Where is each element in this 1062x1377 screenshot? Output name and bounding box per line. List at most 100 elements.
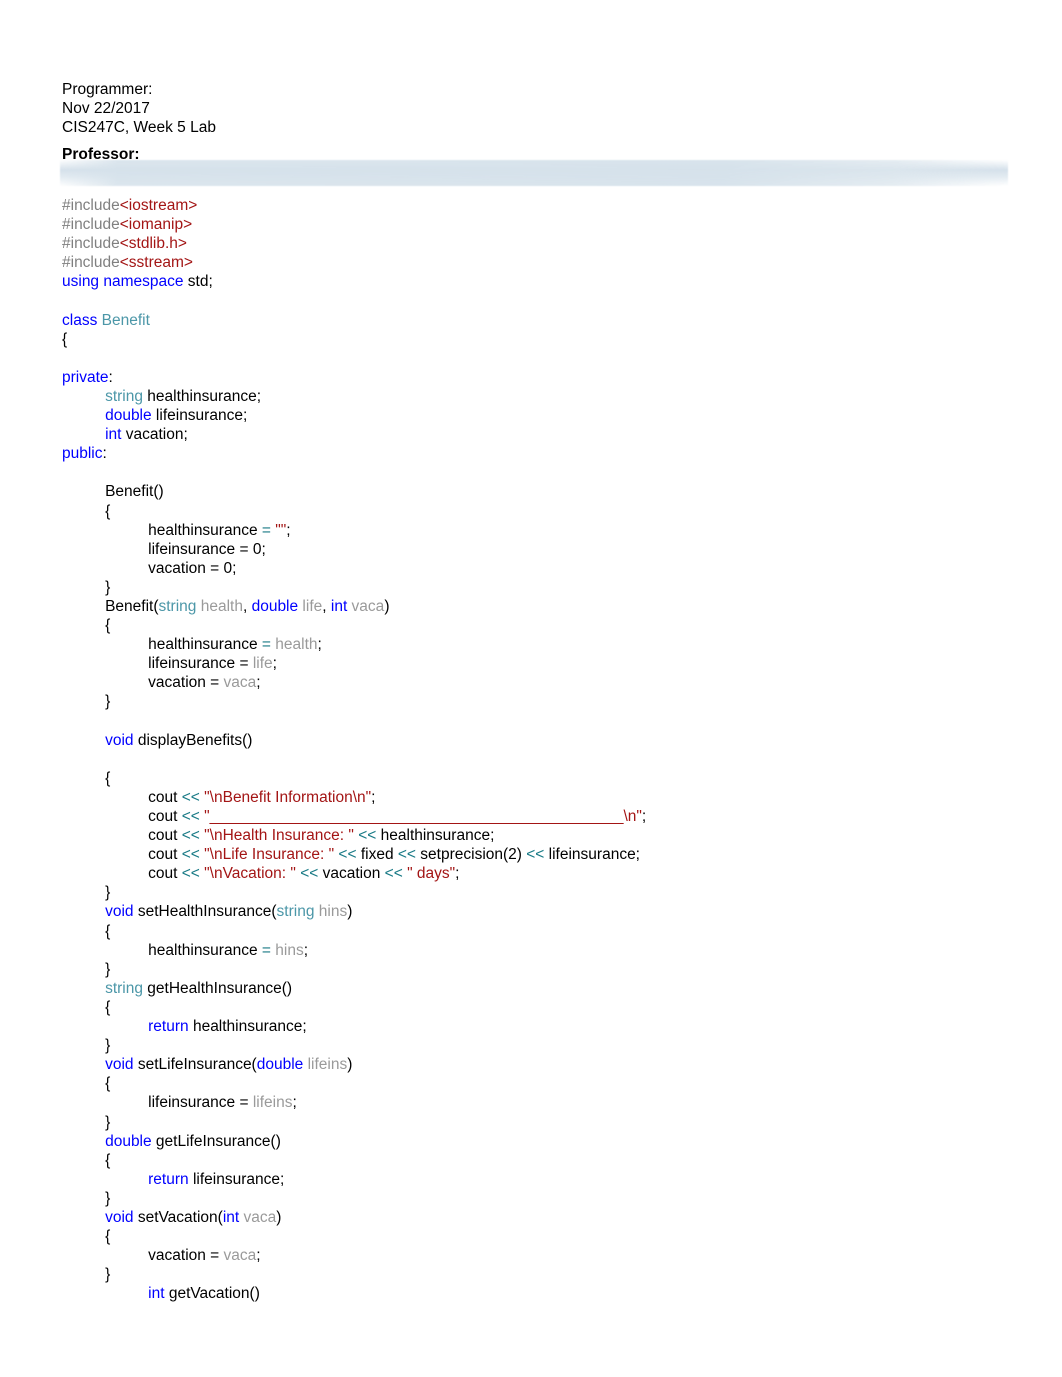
code-token-plain: { [105,1151,111,1169]
code-line: public: [62,444,1022,463]
code-token-plain: cout [148,846,182,864]
code-line: cout << "_______________________________… [62,807,1022,826]
code-token-plain: setprecision(2) [415,846,527,864]
code-token-param: life [252,655,273,673]
code-token-type: string [105,387,143,405]
code-token-plain: ) [347,1056,353,1074]
code-line: { [62,922,1022,941]
code-token-plain: vacation = 0; [148,559,237,577]
code-token-op: << [181,865,200,883]
code-line: } [62,1113,1022,1132]
code-line: { [62,998,1022,1017]
code-line: cout << "\nHealth Insurance: " << health… [62,826,1022,845]
code-token-plain: { [62,330,68,348]
professor-label: Professor: [62,146,140,163]
code-line: lifeinsurance = 0; [62,540,1022,559]
code-token-op: << [384,865,403,883]
code-token-param: health [270,636,318,654]
code-token-kw: using namespace [62,273,184,291]
code-line: vacation = 0; [62,559,1022,578]
code-token-str: "\nBenefit Information\n" [204,788,372,806]
code-token-kw: double [251,597,299,615]
code-token-plain: } [105,960,111,978]
code-token-pre: #include [62,254,120,272]
code-token-plain: } [105,1189,111,1207]
code-token-plain: , [242,597,252,615]
code-token-plain: ; [286,521,291,539]
code-token-inc: <sstream> [119,254,193,272]
code-token-kw: class [62,311,98,329]
code-token-plain: , [322,597,331,615]
code-line: return lifeinsurance; [62,1170,1022,1189]
code-token-plain: ; [272,655,277,673]
code-token-kw: public [62,445,103,463]
code-token-param: vaca [223,1247,257,1265]
code-token-kw: private [62,368,109,386]
code-token-kw: double [256,1056,304,1074]
code-token-plain: { [105,998,111,1016]
code-line: { [62,1227,1022,1246]
code-token-op: = [261,941,271,959]
code-line: healthinsurance = hins; [62,941,1022,960]
code-token-plain: vacation = [148,674,224,692]
code-token-plain: getLifeInsurance() [151,1132,281,1150]
programmer-label: Programmer: [62,81,153,98]
code-token-plain: ) [276,1208,282,1226]
code-token-plain: std; [183,273,213,291]
code-token-kw: int [222,1208,240,1226]
code-token-kw: int [105,426,122,444]
code-token-op: << [338,846,357,864]
code-token-plain: vacation; [121,426,188,444]
code-token-param: health [196,597,243,615]
code-token-op: << [181,808,200,825]
code-line: } [62,1189,1022,1208]
code-token-plain: ) [347,903,353,921]
code-token-param: vaca [239,1208,277,1226]
code-line: using namespace std; [62,272,1022,291]
code-token-plain: healthinsurance [148,941,262,959]
code-token-plain: lifeinsurance = [148,655,253,673]
code-token-plain: getHealthInsurance() [142,979,293,997]
code-token-op: << [181,827,200,845]
code-line: cout << "\nVacation: " << vacation << " … [62,864,1022,883]
code-token-plain: } [105,1037,111,1055]
code-line: healthinsurance = health; [62,635,1022,654]
code-line: } [62,1036,1022,1055]
code-line: int vacation; [62,425,1022,444]
code-token-plain: lifeinsurance = 0; [148,540,266,558]
code-token-plain: ; [292,1094,297,1112]
document-page: Programmer: Nov 22/2017 CIS247C, Week 5 … [0,0,1062,1377]
code-token-str: "" [275,521,287,539]
code-token-plain: cout [148,788,182,806]
code-token-type: Benefit [101,311,150,329]
code-line: void displayBenefits() [62,731,1022,750]
code-token-kw: return [148,1018,189,1036]
code-token-param: vaca [347,597,385,615]
code-line: double getLifeInsurance() [62,1132,1022,1151]
code-line: { [62,1151,1022,1170]
code-line: Benefit(string health, double life, int … [62,597,1022,616]
code-token-plain: displayBenefits() [133,731,253,749]
code-line: int getVacation() [62,1284,1022,1303]
code-token-str: "\nVacation: " [204,865,296,883]
code-token-param: hins [314,903,348,921]
code-line: private: [62,368,1022,387]
code-token-plain: cout [148,827,182,845]
code-token-kw: void [105,1056,134,1074]
code-token-str: "_______________________________________… [204,808,642,825]
assignment-date: Nov 22/2017 [62,100,150,117]
code-token-pre: #include [62,197,120,214]
code-token-plain: ; [256,674,261,692]
code-line: #include<iostream> [62,196,1022,215]
code-token-plain: healthinsurance [148,636,262,654]
code-line: cout << "\nBenefit Information\n"; [62,788,1022,807]
code-token-plain: ) [384,597,390,615]
code-token-plain: { [105,769,111,787]
code-token-op: << [526,846,545,864]
code-token-plain: { [105,502,111,520]
code-line: lifeinsurance = lifeins; [62,1093,1022,1112]
code-line: } [62,1265,1022,1284]
code-line: void setLifeInsurance(double lifeins) [62,1055,1022,1074]
source-code-block: #include<iostream> #include<iomanip> #incl… [62,196,1022,1303]
